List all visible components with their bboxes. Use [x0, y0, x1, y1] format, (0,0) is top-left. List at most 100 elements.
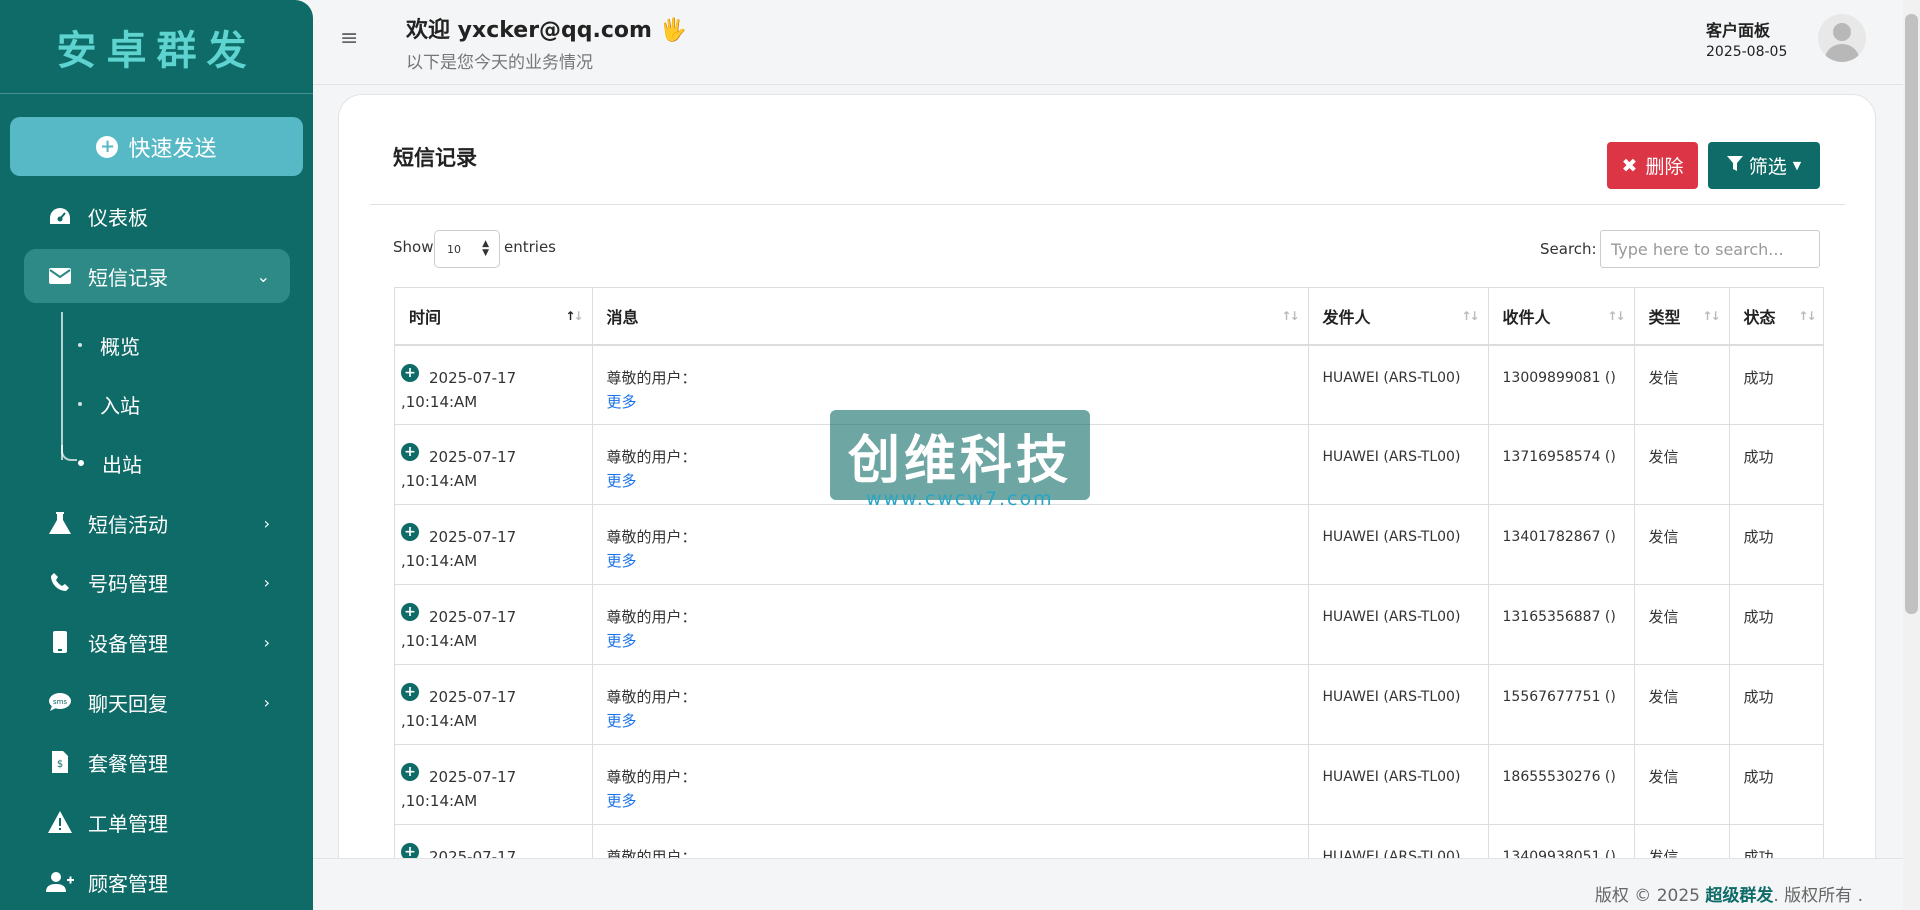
welcome-heading: 欢迎 yxcker@qq.com 🖐	[406, 12, 687, 44]
sidebar-item-ticket-mgmt[interactable]: 工单管理	[24, 795, 290, 849]
more-link[interactable]: 更多	[607, 792, 637, 810]
column-header-label: 时间	[409, 307, 442, 327]
table-row: +2025-07-17 ,10:14:AM 尊敬的用户： 更多 HUAWEI (A…	[395, 504, 1823, 585]
caret-down-icon: ▼	[1792, 159, 1802, 172]
more-link[interactable]: 更多	[607, 552, 637, 570]
message-text: 尊敬的用户：	[606, 608, 697, 626]
svg-text:$: $	[57, 759, 63, 770]
type-cell: 发信	[1634, 344, 1730, 425]
quick-send-button[interactable]: + 快速发送	[10, 117, 303, 176]
table-row: +2025-07-17 ,10:14:AM 尊敬的用户： 更多 HUAWEI (A…	[395, 744, 1823, 825]
sidebar-item-chat-reply[interactable]: sms 聊天回复 ›	[24, 675, 290, 729]
search-input[interactable]	[1600, 230, 1820, 268]
current-date: 2025-08-05	[1706, 44, 1788, 60]
chevron-down-icon: ⌄	[256, 266, 270, 286]
card-divider	[370, 204, 1845, 205]
time-cell: +2025-07-17 ,10:14:AM	[395, 744, 593, 825]
filter-dropdown-button[interactable]: 筛选 ▼	[1708, 142, 1820, 189]
submenu-tree-curve	[61, 445, 77, 461]
sender-cell: HUAWEI (ARS-TL00)	[1308, 664, 1489, 745]
sidebar-item-number-mgmt[interactable]: 号码管理 ›	[24, 555, 290, 609]
welcome-text: 欢迎 yxcker@qq.com	[406, 18, 652, 43]
sidebar-item-label: 套餐管理	[88, 751, 168, 776]
select-arrows-icon: ▲ ▼	[482, 239, 489, 258]
sidebar-item-customer-mgmt[interactable]: 顾客管理	[24, 855, 290, 909]
search-label: Search:	[1540, 240, 1597, 258]
type-cell: 发信	[1634, 744, 1730, 825]
envelope-icon	[44, 268, 76, 284]
delete-button[interactable]: ✖ 删除	[1607, 142, 1698, 189]
recipient-cell: 13165356887 ()	[1488, 584, 1635, 665]
expand-row-icon[interactable]: +	[401, 843, 419, 859]
page-title: 短信记录	[393, 146, 477, 170]
sidebar-item-sms-records[interactable]: 短信记录 ⌄	[24, 249, 290, 303]
funnel-icon	[1726, 155, 1743, 177]
sidebar-item-label: 短信活动	[88, 512, 168, 537]
sidebar-item-label: 顾客管理	[88, 871, 168, 896]
time-cell: +2025-07-17 ,10:14:AM	[395, 664, 593, 745]
status-cell: 成功	[1729, 584, 1823, 665]
sender-cell: HUAWEI (ARS-TL00)	[1308, 424, 1489, 505]
mobile-icon	[44, 631, 76, 653]
more-link[interactable]: 更多	[607, 393, 637, 411]
expand-row-icon[interactable]: +	[401, 603, 419, 621]
type-cell: 发信	[1634, 424, 1730, 505]
hamburger-menu-icon[interactable]: ≡	[340, 26, 358, 51]
page-scrollbar-thumb[interactable]	[1905, 14, 1918, 614]
avatar-body-shape	[1825, 44, 1859, 62]
page-length-select[interactable]: 10 ▲ ▼	[434, 230, 500, 268]
svg-text:sms: sms	[53, 698, 67, 706]
sidebar-item-device-mgmt[interactable]: 设备管理 ›	[24, 615, 290, 669]
type-cell: 发信	[1634, 824, 1730, 859]
chevron-right-icon: ›	[263, 692, 270, 712]
bullet-dot	[78, 460, 84, 466]
message-cell: 尊敬的用户： 更多	[592, 664, 1309, 745]
sort-icon: ↑↓	[1281, 309, 1299, 323]
recipient-cell: 13009899081 ()	[1488, 344, 1635, 425]
sidebar-subitem-overview[interactable]: 概览	[78, 325, 140, 365]
sort-icon: ↑↓	[1461, 309, 1479, 323]
submenu-tree-line	[61, 312, 63, 460]
expand-row-icon[interactable]: +	[401, 523, 419, 541]
column-header-message[interactable]: 消息 ↑↓	[592, 287, 1309, 346]
status-cell: 成功	[1729, 504, 1823, 585]
sidebar-item-dashboard[interactable]: 仪表板	[24, 189, 290, 243]
copyright-brand[interactable]: 超级群发	[1705, 886, 1773, 906]
more-link[interactable]: 更多	[607, 472, 637, 490]
sidebar-item-sms-campaign[interactable]: 短信活动 ›	[24, 496, 290, 550]
expand-row-icon[interactable]: +	[401, 443, 419, 461]
message-text: 尊敬的用户：	[606, 528, 697, 546]
column-header-status[interactable]: 状态 ↑↓	[1729, 287, 1823, 346]
column-header-label: 收件人	[1502, 307, 1551, 327]
column-header-time[interactable]: 时间 ↑↓	[395, 287, 593, 346]
more-link[interactable]: 更多	[607, 632, 637, 650]
column-header-recipient[interactable]: 收件人 ↑↓	[1488, 287, 1635, 346]
type-cell: 发信	[1634, 664, 1730, 745]
watermark-logo: 创维科技	[830, 410, 1090, 500]
expand-row-icon[interactable]: +	[401, 683, 419, 701]
page-length-value: 10	[447, 242, 461, 256]
column-header-type[interactable]: 类型 ↑↓	[1634, 287, 1730, 346]
sidebar-subitem-outbound[interactable]: 出站	[78, 443, 142, 483]
expand-row-icon[interactable]: +	[401, 763, 419, 781]
expand-row-icon[interactable]: +	[401, 363, 419, 382]
wave-hand-icon: 🖐	[659, 18, 688, 43]
sidebar-subitem-label: 出站	[102, 452, 142, 477]
avatar[interactable]	[1818, 14, 1866, 62]
bullet-dot	[78, 343, 82, 347]
column-header-label: 状态	[1743, 307, 1776, 327]
sidebar-subitem-inbound[interactable]: 入站	[78, 384, 140, 424]
column-header-label: 消息	[606, 307, 639, 327]
column-header-sender[interactable]: 发件人 ↑↓	[1308, 287, 1489, 346]
type-cell: 发信	[1634, 504, 1730, 585]
brand-logo[interactable]: 安卓群发	[0, 0, 313, 94]
more-link[interactable]: 更多	[607, 712, 637, 730]
message-text: 尊敬的用户：	[606, 688, 697, 706]
sidebar-item-label: 工单管理	[88, 811, 168, 836]
chevron-right-icon: ›	[263, 572, 270, 592]
welcome-subtitle: 以下是您今天的业务情况	[406, 53, 593, 73]
sidebar-item-plan-mgmt[interactable]: $ 套餐管理	[24, 735, 290, 789]
plus-circle-icon: +	[96, 135, 119, 158]
sms-records-table: 时间 ↑↓ 消息 ↑↓ 发件人 ↑↓ 收件人 ↑↓ 类型 ↑↓ 状态 ↑↓ +2025-07…	[394, 287, 1824, 859]
close-icon: ✖	[1621, 154, 1638, 177]
